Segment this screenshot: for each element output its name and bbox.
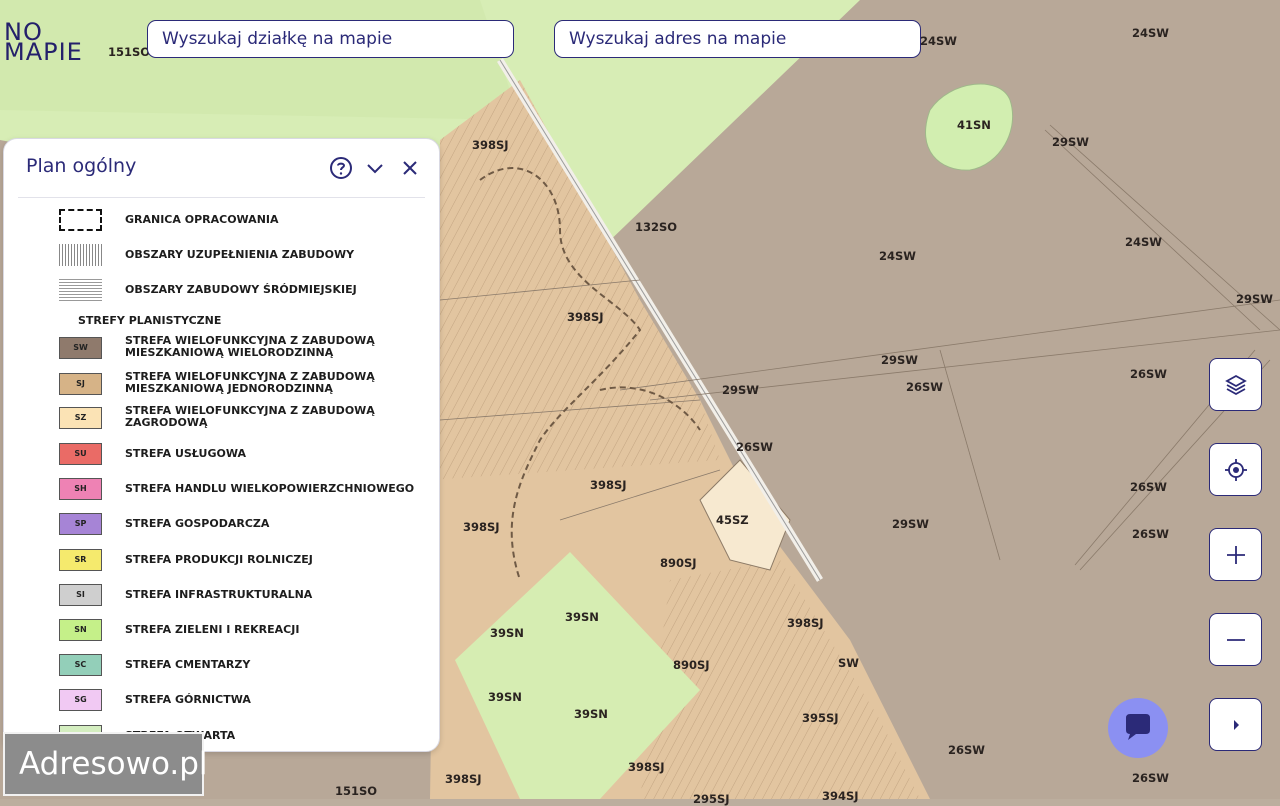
legend-swatch (59, 209, 102, 231)
legend-swatch: SJ (59, 373, 102, 395)
legend-swatch: SI (59, 584, 102, 606)
zone-label: 29SW (722, 383, 759, 397)
legend-label: STREFA ZIELENI I REKREACJI (125, 623, 300, 636)
zone-label: 29SW (892, 517, 929, 531)
zone-label: 151SO (108, 45, 151, 59)
zone-label: 295SJ (693, 792, 730, 806)
zone-label: 39SN (565, 610, 599, 624)
zone-label: 24SW (1132, 26, 1169, 40)
layers-icon (1225, 374, 1247, 396)
nomapie-logo[interactable]: NO MAPIE (4, 18, 83, 74)
zone-label: 41SN (957, 118, 991, 132)
chat-button[interactable] (1108, 698, 1168, 758)
zone-label: 26SW (1132, 771, 1169, 785)
panel-title: Plan ogólny (26, 155, 137, 177)
zoom-out-button[interactable] (1209, 613, 1262, 666)
zone-label: 26SW (1130, 367, 1167, 381)
address-search-input[interactable]: Wyszukaj adres na mapie (554, 20, 921, 58)
chat-bubble-icon (1126, 714, 1150, 740)
zone-label: 24SW (1125, 235, 1162, 249)
legend-label: OBSZARY UZUPEŁNIENIA ZABUDOWY (125, 248, 355, 261)
chevron-down-icon[interactable] (363, 156, 387, 180)
zone-label: 39SN (490, 626, 524, 640)
zone-label: 26SW (1130, 480, 1167, 494)
minus-icon (1227, 639, 1245, 641)
zone-label: 26SW (948, 743, 985, 757)
legend-swatch: SW (59, 337, 102, 359)
caret-right-icon (1234, 720, 1239, 730)
zoom-in-button[interactable] (1209, 528, 1262, 581)
help-icon[interactable] (329, 156, 353, 180)
legend-label: STREFA GÓRNICTWA (125, 693, 251, 706)
legend-label: STREFA USŁUGOWA (125, 447, 246, 460)
zone-label: 398SJ (590, 478, 627, 492)
adresowo-watermark: Adresowo.pl (3, 732, 208, 796)
zone-label: 24SW (920, 34, 957, 48)
legend-label: STREFA PRODUKCJI ROLNICZEJ (125, 553, 313, 566)
zone-label: 398SJ (567, 310, 604, 324)
legend-swatch: SH (59, 478, 102, 500)
zone-label: 398SJ (628, 760, 665, 774)
legend-swatch: SP (59, 513, 102, 535)
zone-label: 39SN (488, 690, 522, 704)
zone-label: 132SO (635, 220, 678, 234)
legend-label: STREFA INFRASTRUKTURALNA (125, 588, 313, 601)
locate-button[interactable] (1209, 443, 1262, 496)
legend-label: GRANICA OPRACOWANIA (125, 213, 279, 226)
zone-label: 24SW (879, 249, 916, 263)
legend-label: STREFA CMENTARZY (125, 658, 251, 671)
zone-label: 398SJ (463, 520, 500, 534)
expand-button[interactable] (1209, 698, 1262, 751)
legend-heading: STREFY PLANISTYCZNE (78, 314, 222, 327)
legend-label: STREFA GOSPODARCZA (125, 517, 270, 530)
zone-label: 29SW (1052, 135, 1089, 149)
zone-label: 398SJ (445, 772, 482, 786)
zone-label: 151SO (335, 784, 378, 798)
plan-legend-panel: Plan ogólny GRANICA OPRACOWANIA OBSZARY U… (3, 138, 440, 752)
locate-icon (1225, 459, 1247, 481)
zone-label: 395SJ (802, 711, 839, 725)
parcel-search-input[interactable]: Wyszukaj działkę na mapie (147, 20, 514, 58)
legend-swatch: SZ (59, 407, 102, 429)
legend-label: OBSZARY ZABUDOWY ŚRÓDMIEJSKIEJ (125, 283, 357, 296)
zone-label: 26SW (1132, 527, 1169, 541)
logo-text-mapie: MAPIE (4, 38, 83, 66)
plus-icon (1227, 546, 1245, 564)
legend-swatch: SN (59, 619, 102, 641)
zone-label: 29SW (1236, 292, 1273, 306)
legend-label: STREFA WIELOFUNKCYJNA Z ZABUDOWĄ MIESZKA… (125, 334, 375, 359)
zone-label: 398SJ (787, 616, 824, 630)
zone-label: 29SW (881, 353, 918, 367)
zone-label: 26SW (906, 380, 943, 394)
zone-label: 398SJ (472, 138, 509, 152)
legend-swatch (59, 279, 102, 301)
legend-label: STREFA WIELOFUNKCYJNA Z ZABUDOWĄ ZAGRODO… (125, 404, 375, 429)
legend-swatch: SG (59, 689, 102, 711)
legend-swatch: SU (59, 443, 102, 465)
zone-label: 39SN (574, 707, 608, 721)
zone-label: 890SJ (673, 658, 710, 672)
zone-label: 45SZ (716, 513, 749, 527)
zone-label: 890SJ (660, 556, 697, 570)
legend-swatch (59, 244, 102, 266)
legend-swatch: SC (59, 654, 102, 676)
zone-label: 394SJ (822, 789, 859, 803)
layers-button[interactable] (1209, 358, 1262, 411)
legend-label: STREFA HANDLU WIELKOPOWIERZCHNIOWEGO (125, 482, 415, 495)
close-icon[interactable] (398, 156, 422, 180)
zone-label: SW (838, 656, 859, 670)
legend-swatch: SR (59, 549, 102, 571)
legend-label: STREFA WIELOFUNKCYJNA Z ZABUDOWĄ MIESZKA… (125, 370, 375, 395)
zone-label: 26SW (736, 440, 773, 454)
